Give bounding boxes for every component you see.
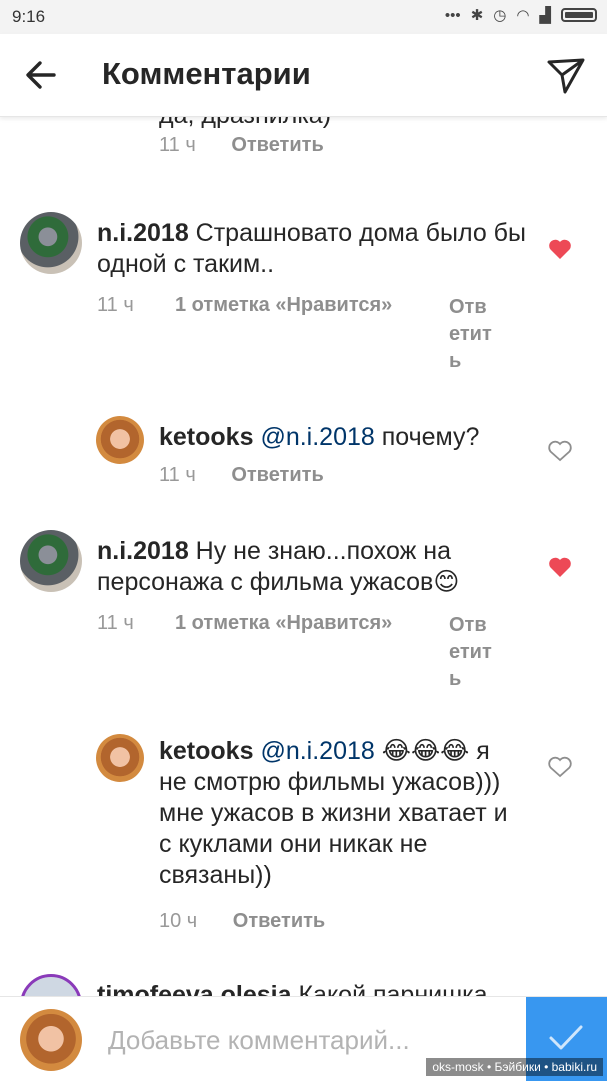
app-bar: Комментарии bbox=[0, 34, 607, 117]
reply-button[interactable]: Ответить bbox=[231, 134, 323, 156]
comment-username[interactable]: n.i.2018 bbox=[97, 537, 189, 565]
comment-text: да, дразнилка) bbox=[159, 116, 331, 131]
reply-button[interactable]: Ответить bbox=[231, 464, 323, 486]
reply-button[interactable]: Ответить bbox=[449, 296, 492, 372]
comment-time: 11 ч bbox=[159, 134, 196, 156]
alarm-icon: ◷ bbox=[493, 7, 507, 24]
status-time: 9:16 bbox=[12, 7, 46, 26]
reply-button[interactable]: Ответить bbox=[233, 910, 325, 932]
wifi-icon: ◠ bbox=[516, 7, 530, 24]
avatar[interactable] bbox=[20, 974, 82, 996]
comment-username[interactable]: ketooks bbox=[159, 423, 253, 451]
comment-time: 10 ч bbox=[159, 910, 198, 932]
dots-icon: ••• bbox=[444, 6, 461, 24]
comment-time: 11 ч bbox=[159, 464, 196, 486]
avatar[interactable] bbox=[20, 530, 82, 592]
watermark: oks-mosk • Бэйбики • babiki.ru bbox=[426, 1058, 603, 1076]
likes-wrap: 1 отметка «Нравится» bbox=[175, 294, 392, 317]
comment-text: Какой парнишка bbox=[291, 981, 488, 996]
bluetooth-icon: ✱ bbox=[470, 7, 484, 24]
avatar[interactable] bbox=[96, 416, 144, 464]
avatar bbox=[20, 1009, 82, 1071]
likes-count[interactable]: 1 отметка «Нравится» bbox=[175, 294, 392, 316]
comments-list[interactable]: да, дразнилка) 11 ч Ответить n.i.2018 Ст… bbox=[0, 116, 607, 996]
comment-input[interactable]: Добавьте комментарий... bbox=[108, 1025, 410, 1056]
comment-meta: 10 ч Ответить bbox=[159, 910, 325, 933]
comment-meta: 11 ч bbox=[97, 612, 134, 635]
comment-body: timofeeva.olesia Какой парнишка bbox=[97, 980, 527, 996]
comment-meta: 11 ч Ответить bbox=[159, 134, 324, 157]
send-icon[interactable] bbox=[545, 54, 587, 96]
heart-icon[interactable] bbox=[548, 556, 572, 578]
page-title: Комментарии bbox=[102, 56, 311, 91]
heart-icon[interactable] bbox=[548, 440, 572, 462]
comment-body: n.i.2018 Страшновато дома было бы одной … bbox=[97, 218, 527, 280]
comment-time: 11 ч bbox=[97, 294, 134, 316]
comment-username[interactable]: ketooks bbox=[159, 737, 253, 765]
back-arrow-icon[interactable] bbox=[24, 56, 58, 94]
signal-icon: ▟ bbox=[539, 7, 551, 24]
mention-link[interactable]: @n.i.2018 bbox=[260, 423, 374, 451]
comment-time: 11 ч bbox=[97, 612, 134, 634]
reply-wrap: Ответить bbox=[449, 612, 493, 693]
comment-body: ketooks @n.i.2018 почему? bbox=[159, 422, 529, 453]
status-bar: 9:16 ••• ✱ ◷ ◠ ▟ bbox=[0, 0, 607, 34]
battery-icon bbox=[561, 8, 597, 22]
comment-body: ketooks @n.i.2018 😂😂😂 я не смотрю фильмы… bbox=[159, 736, 519, 891]
avatar[interactable] bbox=[20, 212, 82, 274]
comment-meta: 11 ч bbox=[97, 294, 134, 317]
mention-link[interactable]: @n.i.2018 bbox=[260, 737, 374, 765]
reply-button[interactable]: Ответить bbox=[449, 614, 492, 690]
comment-username[interactable]: timofeeva.olesia bbox=[97, 981, 292, 996]
likes-count[interactable]: 1 отметка «Нравится» bbox=[175, 612, 392, 634]
heart-icon[interactable] bbox=[548, 756, 572, 778]
heart-icon[interactable] bbox=[548, 238, 572, 260]
status-icons: ••• ✱ ◷ ◠ ▟ bbox=[445, 6, 597, 24]
comment-body: n.i.2018 Ну не знаю...похож на персонажа… bbox=[97, 536, 517, 598]
check-icon bbox=[549, 1025, 583, 1050]
reply-wrap: Ответить bbox=[449, 294, 493, 375]
comment-text: почему? bbox=[374, 423, 480, 451]
likes-wrap: 1 отметка «Нравится» bbox=[175, 612, 392, 635]
comment-username[interactable]: n.i.2018 bbox=[97, 219, 189, 247]
comment-meta: 11 ч Ответить bbox=[159, 464, 324, 487]
avatar[interactable] bbox=[96, 734, 144, 782]
